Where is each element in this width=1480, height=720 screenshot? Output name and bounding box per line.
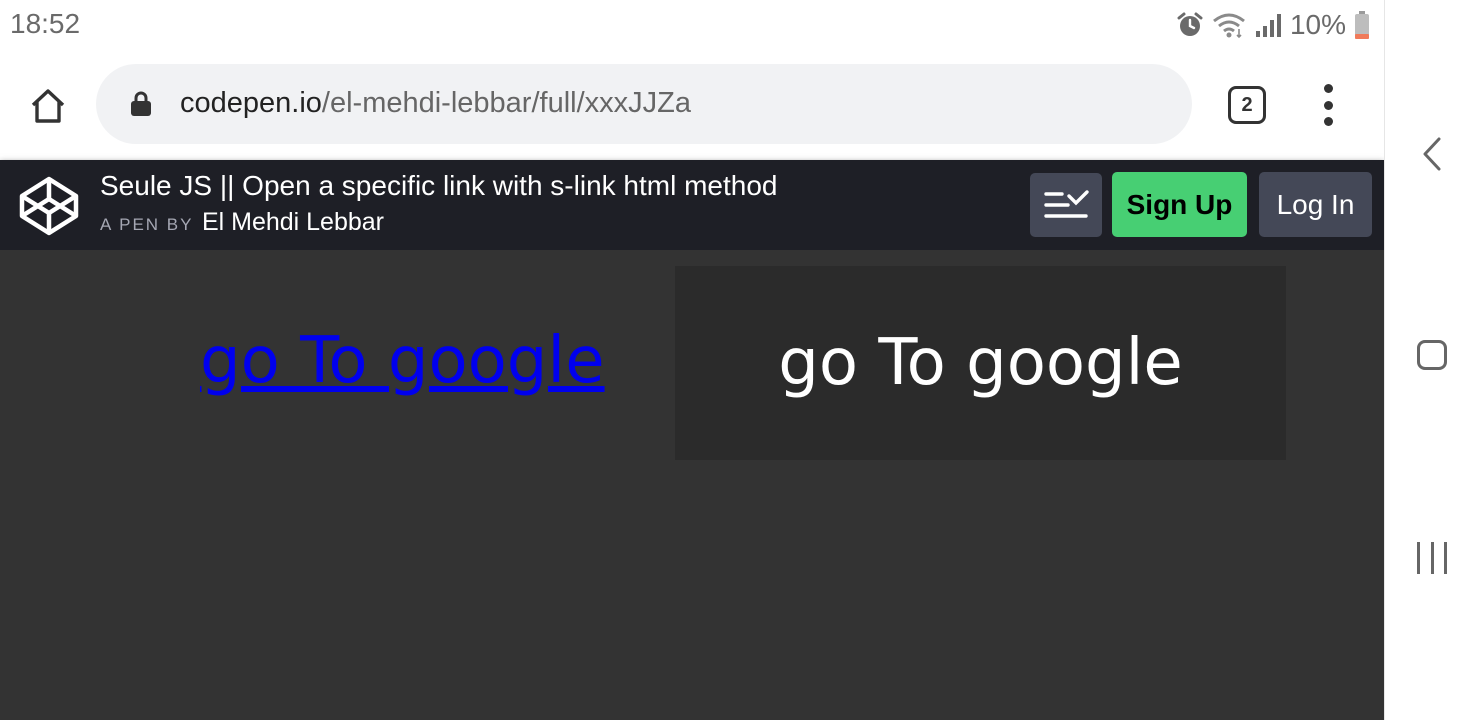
status-icons: 10% xyxy=(1176,8,1370,42)
status-time: 18:52 xyxy=(10,8,81,39)
browser-toolbar: codepen.io/el-mehdi-lebbar/full/xxxJJZa … xyxy=(0,50,1384,160)
pen-author-link[interactable]: El Mehdi Lebbar xyxy=(202,208,384,236)
home-button[interactable] xyxy=(26,84,70,128)
sign-up-button[interactable]: Sign Up xyxy=(1112,172,1247,237)
address-bar[interactable]: codepen.io/el-mehdi-lebbar/full/xxxJJZa xyxy=(96,64,1192,144)
codepen-header: Seule JS || Open a specific link with s-… xyxy=(0,160,1384,250)
go-to-google-link[interactable]: go To google xyxy=(200,324,605,398)
pen-by-label: A PEN BY xyxy=(100,215,194,234)
pen-byline: A PEN BY El Mehdi Lebbar xyxy=(100,208,384,237)
home-square-icon[interactable] xyxy=(1417,340,1447,370)
signal-icon xyxy=(1254,11,1282,39)
status-bar: 18:52 10% xyxy=(0,0,1384,50)
log-in-button[interactable]: Log In xyxy=(1259,172,1372,237)
tab-count: 2 xyxy=(1241,93,1253,116)
battery-percent: 10% xyxy=(1289,9,1346,40)
change-view-button[interactable] xyxy=(1030,173,1102,237)
phone-screen: 18:52 10% codepen.io/el-mehdi-lebbar/ful… xyxy=(0,0,1384,720)
url-text: codepen.io/el-mehdi-lebbar/full/xxxJJZa xyxy=(180,87,691,120)
wifi-icon xyxy=(1212,11,1246,39)
codepen-logo-icon[interactable] xyxy=(18,175,80,237)
tab-switcher-button[interactable]: 2 xyxy=(1228,86,1266,124)
layout-icon xyxy=(1044,190,1089,218)
home-icon xyxy=(31,89,65,123)
recents-icon[interactable] xyxy=(1417,542,1447,574)
pen-title: Seule JS || Open a specific link with s-… xyxy=(100,170,778,201)
lock-icon xyxy=(130,91,152,122)
navigation-bar xyxy=(1384,0,1480,720)
alarm-icon xyxy=(1176,11,1204,39)
battery-icon xyxy=(1354,10,1370,40)
pen-result-area: go To google go To google xyxy=(0,250,1384,720)
more-vert-icon[interactable] xyxy=(1316,84,1340,126)
go-to-google-box-label: go To google xyxy=(778,326,1183,400)
go-to-google-box[interactable]: go To google xyxy=(675,266,1286,460)
url-host: codepen.io xyxy=(180,87,322,119)
url-path: /el-mehdi-lebbar/full/xxxJJZa xyxy=(321,87,691,119)
back-icon[interactable] xyxy=(1421,136,1443,177)
